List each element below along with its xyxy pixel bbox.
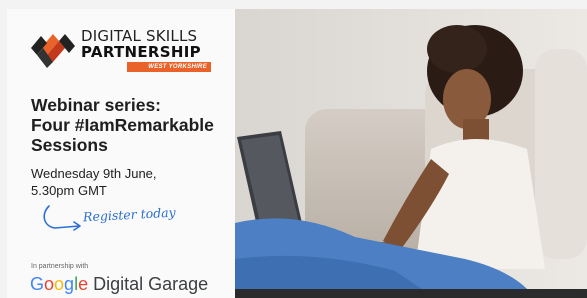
info-panel: DIGITAL SKILLS PARTNERSHIP WEST YORKSHIR… (7, 9, 235, 298)
google-digital-garage-logo: Google Digital Garage (30, 274, 209, 294)
register-link[interactable]: Register today (39, 204, 189, 240)
title-line: Sessions (31, 135, 108, 155)
webinar-date: Wednesday 9th June, 5.30pm GMT (31, 165, 157, 199)
date-line: Wednesday 9th June, (31, 166, 157, 181)
webinar-banner[interactable]: DIGITAL SKILLS PARTNERSHIP WEST YORKSHIR… (7, 9, 587, 298)
curved-arrow-icon (43, 205, 81, 231)
register-text[interactable]: Register today (83, 205, 176, 225)
hero-photo (235, 9, 587, 298)
title-line: Four #IamRemarkable (31, 115, 214, 135)
woman-laptop-photo (235, 9, 587, 298)
logo-region-bar: WEST YORKSHIRE (127, 62, 211, 72)
date-line: 5.30pm GMT (31, 183, 107, 198)
dsp-logo: DIGITAL SKILLS PARTNERSHIP WEST YORKSHIR… (31, 26, 211, 78)
digital-garage-text: Digital Garage (93, 274, 209, 294)
webinar-title: Webinar series: Four #IamRemarkable Sess… (31, 95, 231, 155)
logo-text-line2: PARTNERSHIP (81, 43, 201, 61)
partner-text: In partnership with (31, 263, 89, 270)
diamond-logo-icon (31, 34, 75, 68)
title-line: Webinar series: (31, 95, 162, 115)
